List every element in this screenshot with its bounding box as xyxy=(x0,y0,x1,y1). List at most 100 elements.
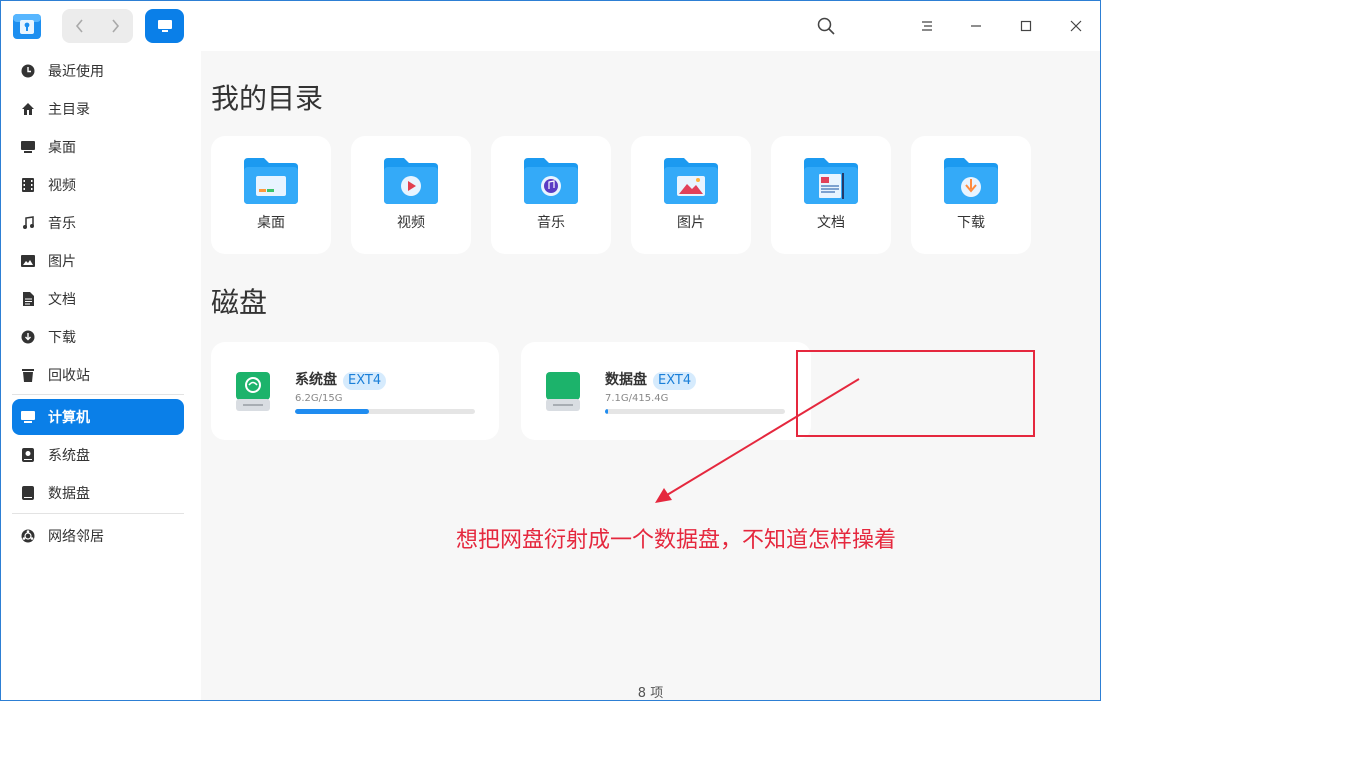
sidebar-item-downloads[interactable]: 下载 xyxy=(12,319,184,355)
title-bar xyxy=(1,1,1100,51)
disk-usage-bar xyxy=(605,409,785,414)
folder-label: 文档 xyxy=(817,215,845,231)
disks-heading: 磁盘 xyxy=(211,286,268,319)
search-button[interactable] xyxy=(814,14,838,38)
video-folder-icon xyxy=(384,158,438,204)
chevron-left-icon xyxy=(75,19,83,33)
sidebar-item-label: 系统盘 xyxy=(48,448,90,464)
minimize-icon xyxy=(971,25,981,27)
sidebar-item-recent[interactable]: 最近使用 xyxy=(12,53,184,89)
sidebar-item-label: 主目录 xyxy=(48,102,90,118)
sidebar-item-label: 视频 xyxy=(48,178,76,194)
sidebar-item-videos[interactable]: 视频 xyxy=(12,167,184,203)
annotation-text: 想把网盘衍射成一个数据盘，不知道怎样操着 xyxy=(456,528,897,553)
folder-card-videos[interactable]: 视频 xyxy=(351,136,471,254)
sidebar-item-documents[interactable]: 文档 xyxy=(12,281,184,317)
network-icon xyxy=(20,528,36,544)
sidebar-divider xyxy=(12,513,184,514)
downloads-folder-icon xyxy=(944,158,998,204)
disk-name-text: 数据盘 xyxy=(605,372,647,388)
image-icon xyxy=(20,253,36,269)
disk-name: 系统盘 EXT4 xyxy=(295,369,387,390)
my-directories-heading: 我的目录 xyxy=(211,82,324,115)
forward-button[interactable] xyxy=(97,9,132,43)
system-disk-icon xyxy=(236,372,270,411)
document-icon xyxy=(20,291,36,307)
annotation-highlight-box xyxy=(796,350,1035,437)
close-icon xyxy=(1070,20,1082,32)
sidebar-item-pictures[interactable]: 图片 xyxy=(12,243,184,279)
sidebar-item-label: 计算机 xyxy=(48,410,90,426)
data-disk-icon xyxy=(546,372,580,411)
sidebar-item-label: 桌面 xyxy=(48,140,76,156)
trash-icon xyxy=(20,367,36,383)
menu-icon xyxy=(922,21,932,31)
sidebar-item-network[interactable]: 网络邻居 xyxy=(12,518,184,554)
clock-icon xyxy=(20,63,36,79)
maximize-button[interactable] xyxy=(1014,14,1038,38)
minimize-button[interactable] xyxy=(964,14,988,38)
sidebar: 最近使用 主目录 桌面 视频 音乐 图片 文档 下载 回收站 计算机 系统盘 数… xyxy=(1,51,200,700)
disk-name-text: 系统盘 xyxy=(295,372,337,388)
chevron-right-icon xyxy=(111,19,119,33)
computer-icon xyxy=(157,20,172,32)
disk-usage-bar xyxy=(295,409,475,414)
disk-size: 7.1G/415.4G xyxy=(605,393,669,404)
documents-folder-icon xyxy=(804,158,858,204)
folder-label: 图片 xyxy=(677,215,705,231)
home-icon xyxy=(20,101,36,117)
sidebar-item-label: 最近使用 xyxy=(48,64,104,80)
navigation-buttons xyxy=(62,9,133,43)
sidebar-divider xyxy=(12,394,184,395)
sidebar-item-label: 图片 xyxy=(48,254,76,270)
folder-card-downloads[interactable]: 下载 xyxy=(911,136,1031,254)
sidebar-item-label: 网络邻居 xyxy=(48,529,104,545)
filesystem-badge: EXT4 xyxy=(343,372,387,390)
sidebar-item-computer[interactable]: 计算机 xyxy=(12,399,184,435)
music-note-icon xyxy=(20,215,36,231)
maximize-icon xyxy=(1020,20,1032,32)
sidebar-item-system-disk[interactable]: 系统盘 xyxy=(12,437,184,473)
folder-label: 桌面 xyxy=(257,215,285,231)
folder-card-documents[interactable]: 文档 xyxy=(771,136,891,254)
disk-size: 6.2G/15G xyxy=(295,393,343,404)
pictures-folder-icon xyxy=(664,158,718,204)
disk-usage-fill xyxy=(295,409,369,414)
film-icon xyxy=(20,177,36,193)
sidebar-item-desktop[interactable]: 桌面 xyxy=(12,129,184,165)
desktop-icon xyxy=(20,139,36,155)
sidebar-item-label: 数据盘 xyxy=(48,486,90,502)
back-button[interactable] xyxy=(62,9,97,43)
download-icon xyxy=(20,329,36,345)
disk-name: 数据盘 EXT4 xyxy=(605,369,697,390)
disk-card-data[interactable]: 数据盘 EXT4 7.1G/415.4G xyxy=(521,342,811,440)
sidebar-item-music[interactable]: 音乐 xyxy=(12,205,184,241)
filesystem-badge: EXT4 xyxy=(653,372,697,390)
sidebar-item-label: 文档 xyxy=(48,292,76,308)
sidebar-item-data-disk[interactable]: 数据盘 xyxy=(12,475,184,511)
computer-icon xyxy=(20,409,36,425)
drive-icon xyxy=(20,485,36,501)
computer-location-button[interactable] xyxy=(145,9,184,43)
menu-button[interactable] xyxy=(915,14,939,38)
folder-label: 音乐 xyxy=(537,215,565,231)
folder-label: 下载 xyxy=(957,215,985,231)
file-manager-app-icon xyxy=(13,14,41,39)
search-icon xyxy=(817,17,835,35)
item-count-status: 8 项 xyxy=(637,686,664,701)
sidebar-item-label: 回收站 xyxy=(48,368,90,384)
folder-card-music[interactable]: 音乐 xyxy=(491,136,611,254)
sidebar-item-home[interactable]: 主目录 xyxy=(12,91,184,127)
close-button[interactable] xyxy=(1064,14,1088,38)
sidebar-item-trash[interactable]: 回收站 xyxy=(12,357,184,393)
disk-usage-fill xyxy=(605,409,609,414)
drive-icon xyxy=(20,447,36,463)
sidebar-item-label: 下载 xyxy=(48,330,76,346)
folder-card-desktop[interactable]: 桌面 xyxy=(211,136,331,254)
desktop-folder-icon xyxy=(244,158,298,204)
folder-card-pictures[interactable]: 图片 xyxy=(631,136,751,254)
sidebar-item-label: 音乐 xyxy=(48,216,76,232)
folder-label: 视频 xyxy=(397,215,425,231)
music-folder-icon xyxy=(524,158,578,204)
disk-card-system[interactable]: 系统盘 EXT4 6.2G/15G xyxy=(211,342,499,440)
